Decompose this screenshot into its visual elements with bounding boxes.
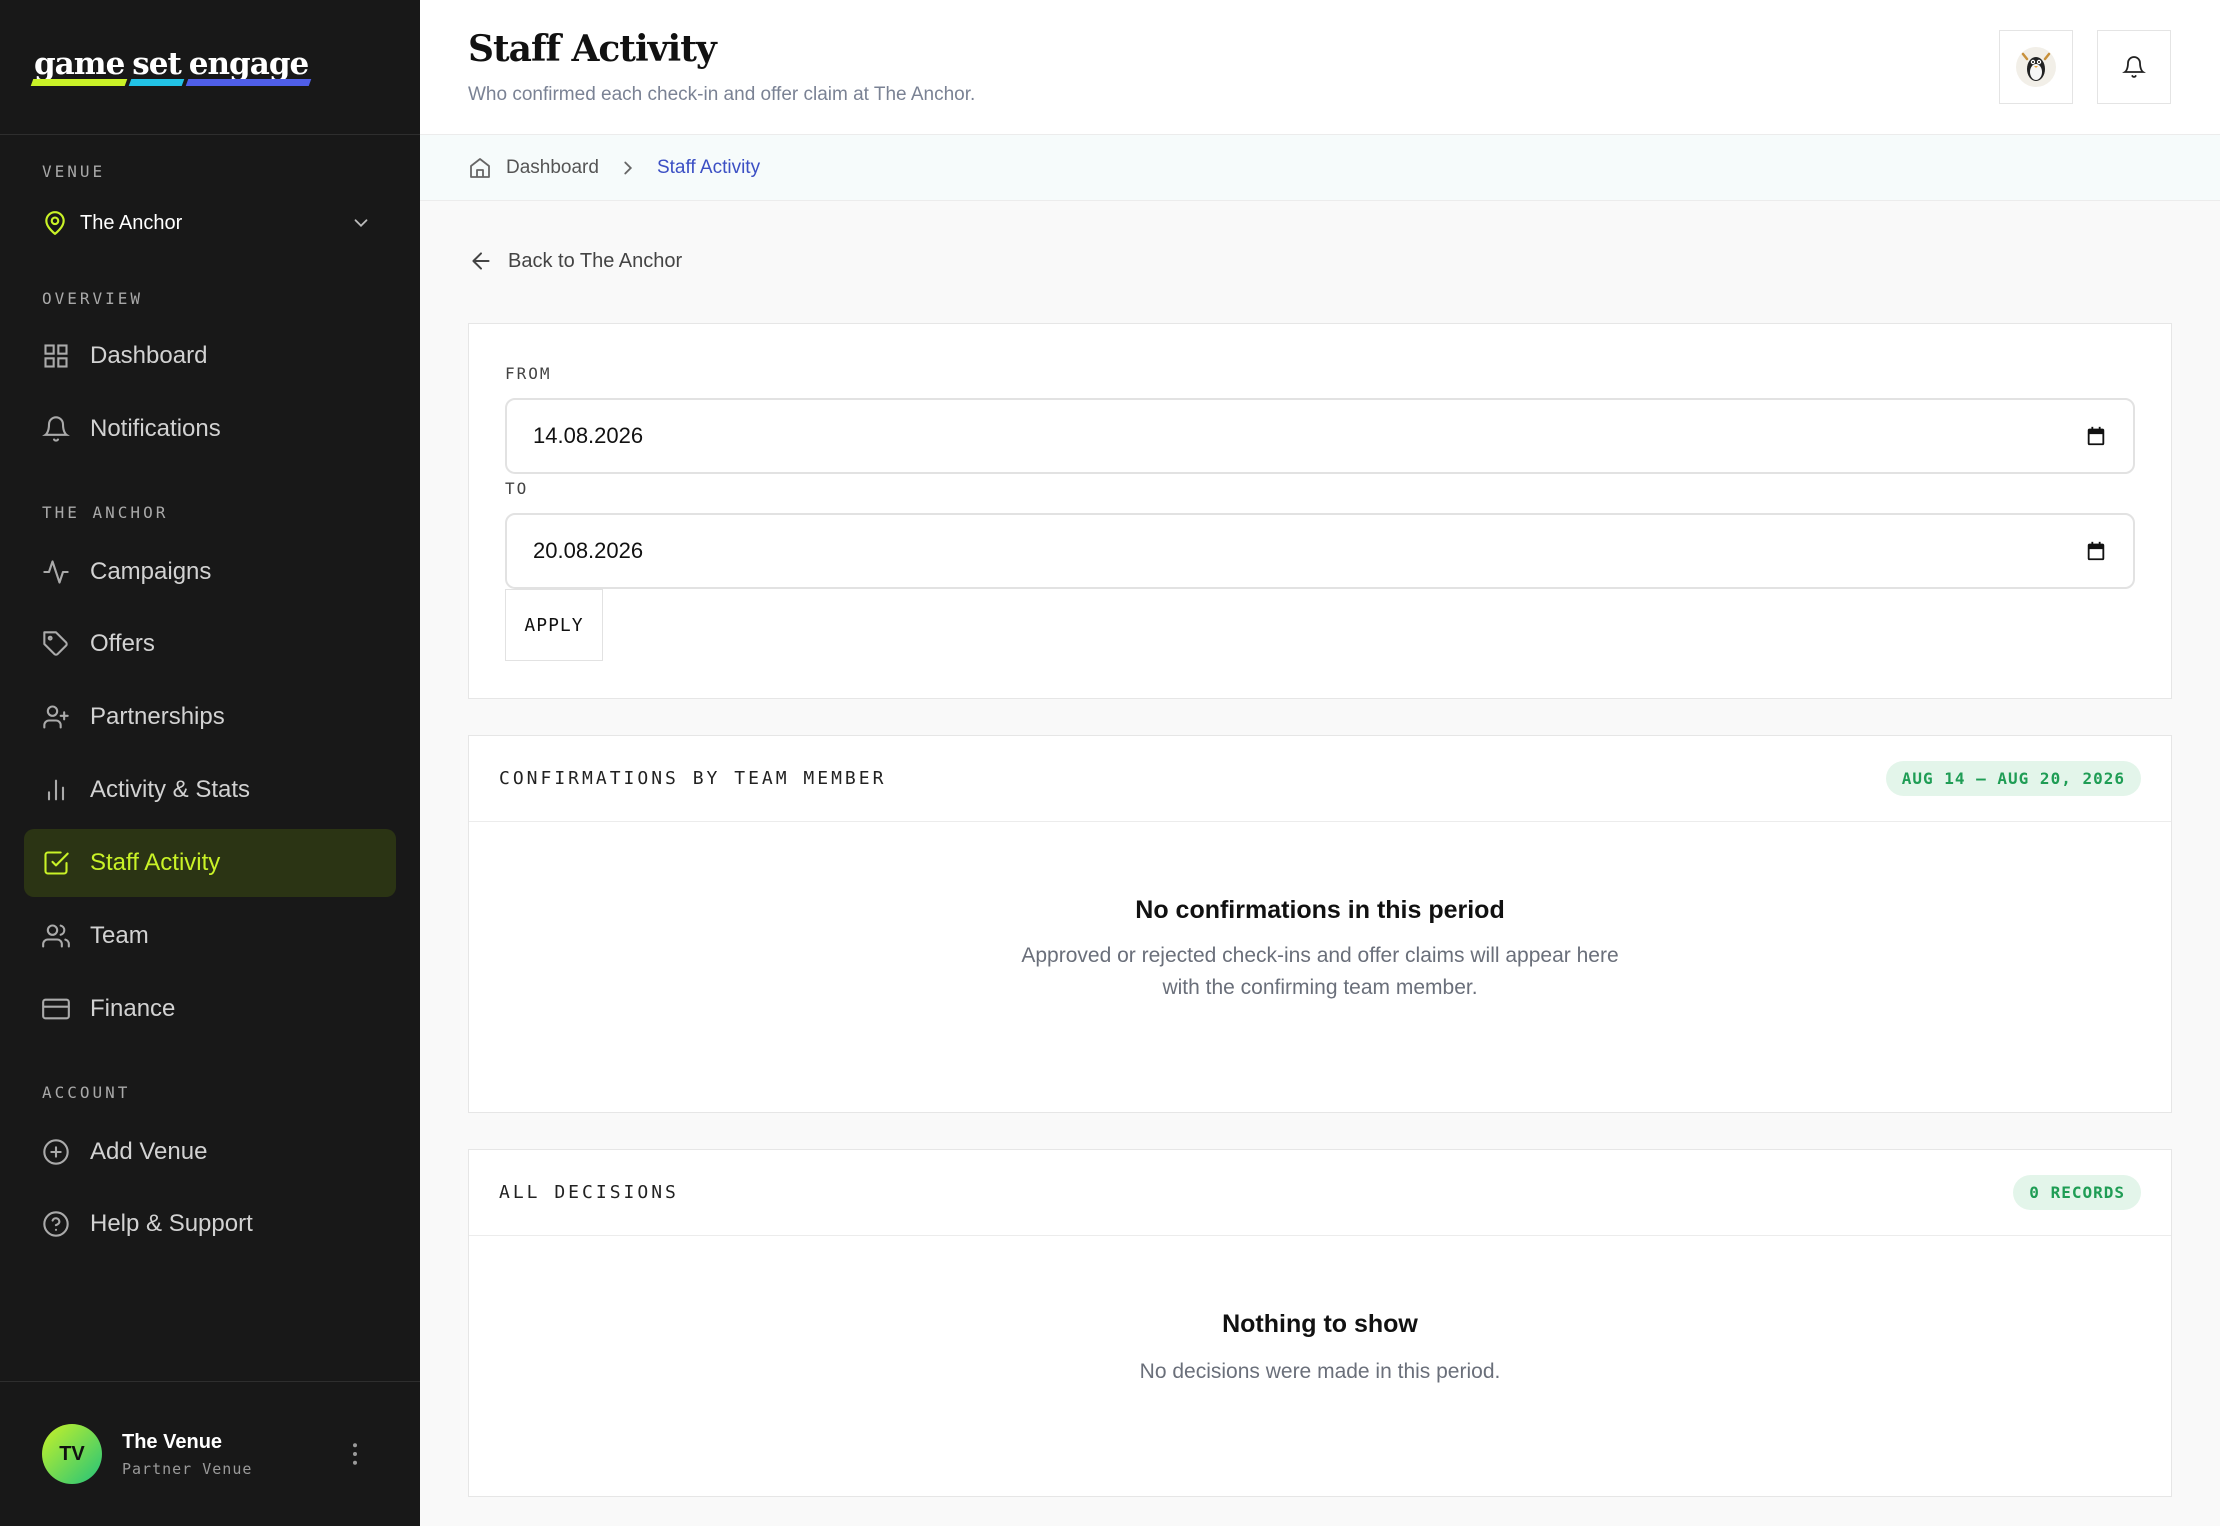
plus-circle-icon bbox=[43, 1139, 69, 1165]
bar-chart-icon bbox=[47, 779, 65, 801]
apply-button[interactable]: APPLY bbox=[505, 589, 603, 661]
user-avatar-icon bbox=[2016, 47, 2056, 87]
decisions-empty-text: No decisions were made in this period. bbox=[1139, 1360, 1501, 1383]
avatar: TV bbox=[42, 1424, 102, 1484]
chevron-down-icon bbox=[354, 219, 368, 228]
back-link-label: Back to The Anchor bbox=[508, 249, 683, 272]
user-profile: TV The Venue Partner Venue bbox=[0, 1381, 420, 1526]
date-filter-card: FROM 14.08.2026 TO 20.08.2026 APPLY bbox=[468, 323, 2172, 699]
bell-icon bbox=[2122, 56, 2146, 78]
map-pin-icon bbox=[45, 211, 65, 235]
page-header: Staff Activity Who confirmed each check-… bbox=[420, 0, 2220, 135]
calendar-icon[interactable] bbox=[2085, 425, 2107, 447]
notifications-button[interactable] bbox=[2097, 30, 2171, 104]
profile-role: Partner Venue bbox=[122, 1459, 253, 1478]
sidebar: game set engage VENUE The Anchor OVERVIE… bbox=[0, 0, 420, 1526]
sidebar-item-label: Activity & Stats bbox=[90, 776, 251, 803]
venue-section-label: VENUE bbox=[42, 162, 106, 181]
sidebar-item-label: Help & Support bbox=[90, 1210, 253, 1237]
arrow-left-icon bbox=[472, 252, 490, 270]
page-title: Staff Activity bbox=[468, 28, 717, 70]
logo-word-engage: engage bbox=[189, 46, 309, 88]
sidebar-item-notifications[interactable]: Notifications bbox=[24, 395, 396, 463]
calendar-icon[interactable] bbox=[2085, 540, 2107, 562]
breadcrumb-current: Staff Activity bbox=[656, 156, 761, 178]
decisions-header: ALL DECISIONS 0 RECORDS bbox=[469, 1150, 2171, 1236]
user-plus-icon bbox=[43, 705, 69, 729]
confirmations-empty-text: Approved or rejected check-ins and offer… bbox=[1021, 944, 1619, 999]
grid-icon bbox=[44, 344, 68, 368]
account-section-label: ACCOUNT bbox=[42, 1083, 131, 1102]
tag-icon bbox=[43, 631, 68, 656]
to-label: TO bbox=[505, 479, 529, 498]
confirmations-empty-title: No confirmations in this period bbox=[1135, 896, 1505, 924]
chevron-right-icon bbox=[624, 161, 632, 174]
to-date-value: 20.08.2026 bbox=[533, 538, 644, 563]
from-label: FROM bbox=[505, 364, 552, 383]
overview-section-label: OVERVIEW bbox=[42, 289, 144, 308]
back-link[interactable]: Back to The Anchor bbox=[468, 248, 682, 274]
decisions-empty-title: Nothing to show bbox=[1222, 1310, 1418, 1338]
brand-logo[interactable]: game set engage bbox=[0, 0, 420, 135]
confirmations-header: CONFIRMATIONS BY TEAM MEMBER AUG 14 – AU… bbox=[469, 736, 2171, 822]
breadcrumb: Dashboard Staff Activity bbox=[420, 135, 2220, 201]
venue-selector[interactable]: The Anchor bbox=[42, 205, 372, 241]
sidebar-item-help-support[interactable]: Help & Support bbox=[24, 1190, 396, 1258]
breadcrumb-home[interactable]: Dashboard bbox=[468, 156, 599, 180]
sidebar-item-label: Offers bbox=[90, 630, 155, 657]
sidebar-item-label: Dashboard bbox=[90, 342, 208, 369]
sidebar-item-finance[interactable]: Finance bbox=[24, 975, 396, 1043]
sidebar-item-campaigns[interactable]: Campaigns bbox=[24, 538, 396, 606]
activity-icon bbox=[43, 560, 69, 584]
user-avatar-button[interactable] bbox=[1999, 30, 2073, 104]
sidebar-item-label: Campaigns bbox=[90, 558, 212, 585]
sidebar-item-activity-stats[interactable]: Activity & Stats bbox=[24, 756, 396, 824]
more-vertical-icon[interactable] bbox=[340, 1439, 370, 1469]
sidebar-item-label: Finance bbox=[90, 995, 176, 1022]
sidebar-item-dashboard[interactable]: Dashboard bbox=[24, 322, 396, 390]
check-square-icon bbox=[44, 851, 69, 875]
decisions-card: ALL DECISIONS 0 RECORDS Nothing to show … bbox=[468, 1149, 2172, 1497]
confirmations-title: CONFIRMATIONS BY TEAM MEMBER bbox=[499, 768, 887, 789]
credit-card-icon bbox=[42, 998, 70, 1020]
sidebar-item-label: Add Venue bbox=[90, 1138, 208, 1165]
profile-name: The Venue bbox=[122, 1430, 223, 1453]
from-date-value: 14.08.2026 bbox=[533, 423, 644, 448]
records-count-badge: 0 RECORDS bbox=[2013, 1175, 2141, 1210]
bell-icon bbox=[42, 416, 70, 442]
sidebar-item-label: Team bbox=[90, 922, 149, 949]
date-range-badge: AUG 14 – AUG 20, 2026 bbox=[1885, 761, 2141, 796]
sidebar-item-staff-activity[interactable]: Staff Activity bbox=[24, 829, 396, 897]
help-circle-icon bbox=[43, 1211, 69, 1237]
to-date-input[interactable]: 20.08.2026 bbox=[505, 513, 2135, 589]
home-icon bbox=[470, 157, 490, 178]
sidebar-item-partnerships[interactable]: Partnerships bbox=[24, 683, 396, 751]
sidebar-item-offers[interactable]: Offers bbox=[24, 610, 396, 678]
logo-word-game: game bbox=[34, 46, 125, 88]
from-date-input[interactable]: 14.08.2026 bbox=[505, 398, 2135, 474]
users-icon bbox=[42, 924, 70, 948]
decisions-title: ALL DECISIONS bbox=[499, 1182, 679, 1203]
sidebar-item-team[interactable]: Team bbox=[24, 902, 396, 970]
confirmations-card: CONFIRMATIONS BY TEAM MEMBER AUG 14 – AU… bbox=[468, 735, 2172, 1113]
logo-word-set: set bbox=[132, 46, 181, 88]
sidebar-item-label: Partnerships bbox=[90, 703, 225, 730]
sidebar-item-label: Notifications bbox=[90, 415, 221, 442]
sidebar-item-label: Staff Activity bbox=[90, 849, 221, 876]
venue-nav-section-label: THE ANCHOR bbox=[42, 503, 169, 522]
venue-selector-value: The Anchor bbox=[80, 211, 183, 234]
sidebar-item-add-venue[interactable]: Add Venue bbox=[24, 1118, 396, 1186]
page-subtitle: Who confirmed each check-in and offer cl… bbox=[468, 84, 976, 105]
breadcrumb-home-label: Dashboard bbox=[506, 156, 599, 178]
